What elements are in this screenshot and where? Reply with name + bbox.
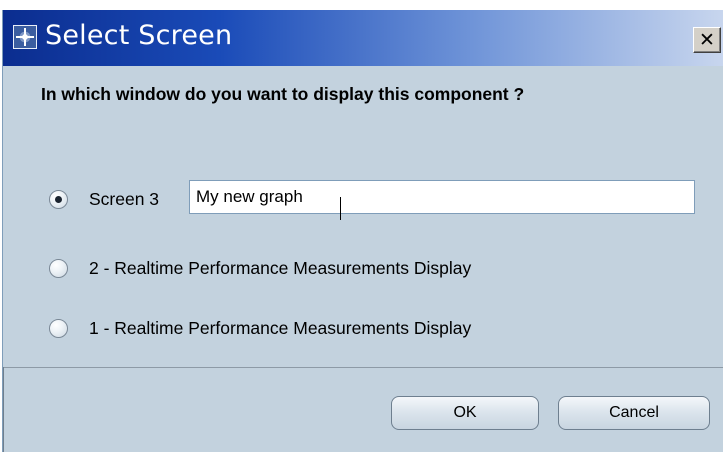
option-screen-2[interactable]: 2 - Realtime Performance Measurements Di… xyxy=(49,256,669,282)
select-screen-dialog: Select Screen ✕ In which window do you w… xyxy=(2,10,723,452)
button-bar-separator xyxy=(3,367,723,368)
ok-button[interactable]: OK xyxy=(391,396,539,430)
button-bar-edge xyxy=(3,367,4,452)
option-screen-1[interactable]: 1 - Realtime Performance Measurements Di… xyxy=(49,316,669,342)
radio-screen-1[interactable] xyxy=(49,319,68,338)
app-icon xyxy=(13,25,37,49)
option-screen-3[interactable]: Screen 3 xyxy=(49,187,189,213)
cancel-button[interactable]: Cancel xyxy=(558,396,710,430)
radio-screen-3[interactable] xyxy=(49,190,68,209)
close-icon: ✕ xyxy=(699,29,715,51)
option-label-screen-2: 2 - Realtime Performance Measurements Di… xyxy=(89,258,472,278)
prompt-question: In which window do you want to display t… xyxy=(41,84,525,104)
title-bar[interactable]: Select Screen ✕ xyxy=(3,10,723,66)
option-label-screen-3: Screen 3 xyxy=(89,189,160,209)
close-button[interactable]: ✕ xyxy=(693,27,721,53)
dialog-title: Select Screen xyxy=(45,20,233,51)
screen-name-input[interactable] xyxy=(189,180,695,214)
text-caret xyxy=(340,197,341,220)
radio-screen-2[interactable] xyxy=(49,259,68,278)
option-label-screen-1: 1 - Realtime Performance Measurements Di… xyxy=(89,318,472,338)
